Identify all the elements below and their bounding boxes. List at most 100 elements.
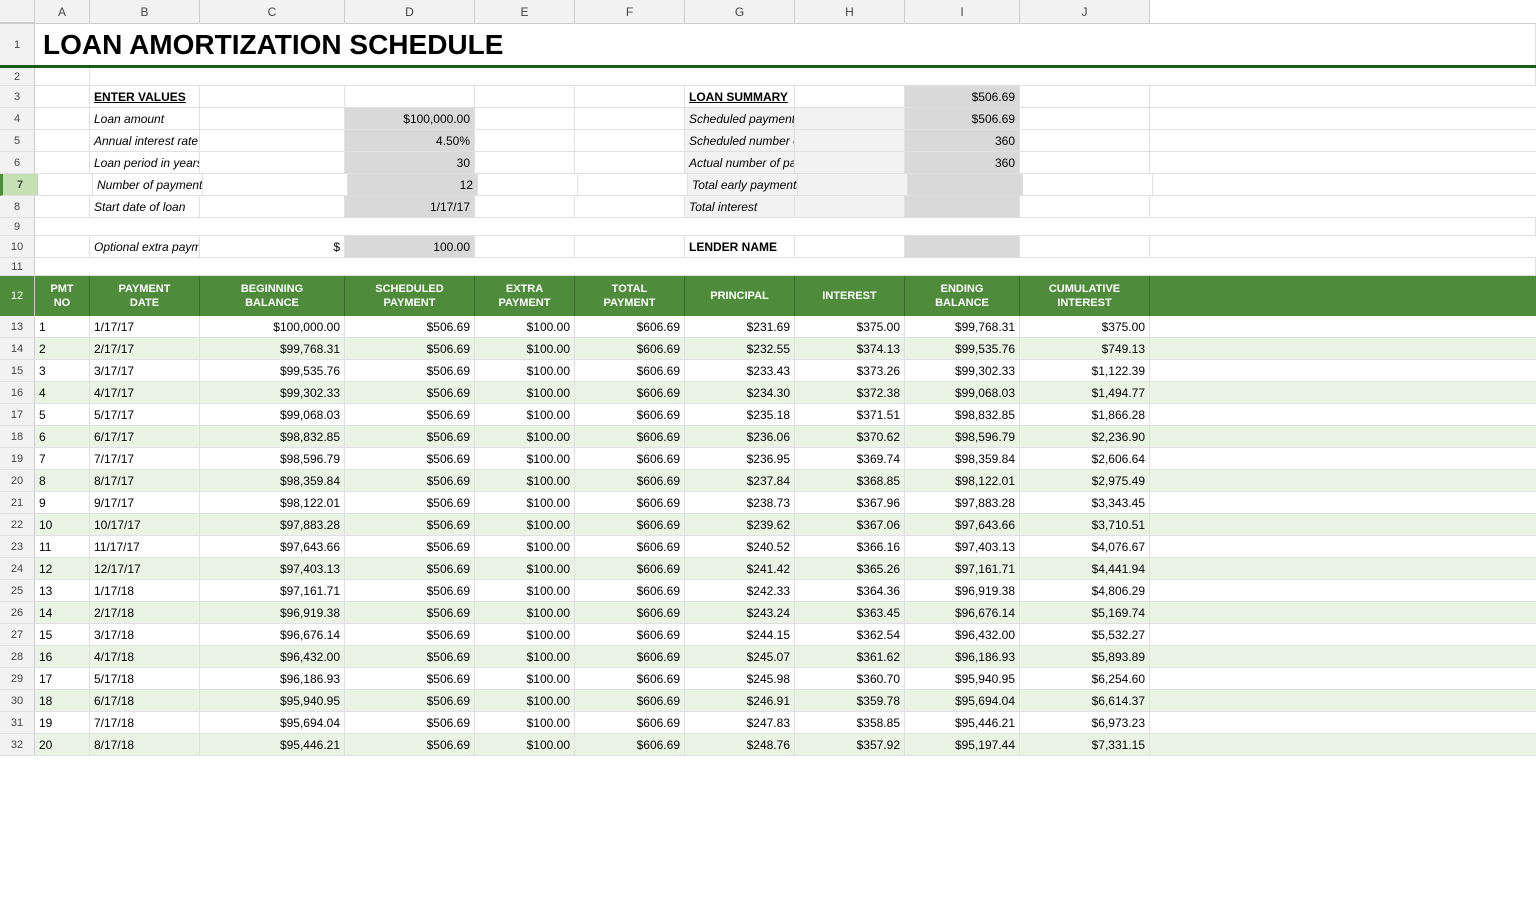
data-row-13: 13 1 1/17/17 $100,000.00 $506.69 $100.00… — [0, 316, 1536, 338]
cell-extra-29: $100.00 — [475, 668, 575, 689]
row-num-29: 29 — [0, 668, 35, 689]
scheduled-payment-val: $506.69 — [905, 108, 1020, 129]
cell-beg-23: $97,643.66 — [200, 536, 345, 557]
cell-ending-13: $99,768.31 — [905, 316, 1020, 337]
cell-principal-29: $245.98 — [685, 668, 795, 689]
cell-cum-15: $1,122.39 — [1020, 360, 1150, 381]
cell-cum-30: $6,614.37 — [1020, 690, 1150, 711]
data-row-29: 29 17 5/17/18 $96,186.93 $506.69 $100.00… — [0, 668, 1536, 690]
data-row-15: 15 3 3/17/17 $99,535.76 $506.69 $100.00 … — [0, 360, 1536, 382]
cell-principal-19: $236.95 — [685, 448, 795, 469]
cell-extra-27: $100.00 — [475, 624, 575, 645]
cell-date-29: 5/17/18 — [90, 668, 200, 689]
col-header-d: D — [345, 0, 475, 23]
loan-period-value[interactable]: 30 — [345, 152, 475, 173]
cell-beg-31: $95,694.04 — [200, 712, 345, 733]
cell-extra-14: $100.00 — [475, 338, 575, 359]
col-header-i: I — [905, 0, 1020, 23]
lender-name-value[interactable] — [905, 236, 1020, 257]
cell-sched-13: $506.69 — [345, 316, 475, 337]
cell-beg-18: $98,832.85 — [200, 426, 345, 447]
cell-date-30: 6/17/18 — [90, 690, 200, 711]
row-num-6: 6 — [0, 152, 35, 173]
cell-sched-28: $506.69 — [345, 646, 475, 667]
cell-principal-27: $244.15 — [685, 624, 795, 645]
cell-interest-21: $367.96 — [795, 492, 905, 513]
annual-rate-value[interactable]: 4.50% — [345, 130, 475, 151]
start-date-value[interactable]: 1/17/17 — [345, 196, 475, 217]
loan-period-label: Loan period in years — [90, 152, 200, 173]
cell-sched-22: $506.69 — [345, 514, 475, 535]
extra-payments-value[interactable]: 100.00 — [345, 236, 475, 257]
loan-amount-value[interactable]: $100,000.00 — [345, 108, 475, 129]
cell-date-23: 11/17/17 — [90, 536, 200, 557]
row-10: 10 Optional extra payments $ 100.00 LEND… — [0, 236, 1536, 258]
cell-pmt-no-26: 14 — [35, 602, 90, 623]
cell-beg-24: $97,403.13 — [200, 558, 345, 579]
cell-pmt-no-19: 7 — [35, 448, 90, 469]
cell-pmt-no-31: 19 — [35, 712, 90, 733]
cell-principal-23: $240.52 — [685, 536, 795, 557]
loan-summary-header: LOAN SUMMARY — [685, 86, 795, 107]
actual-payments-label: Actual number of payments — [685, 152, 795, 173]
annual-rate-label: Annual interest rate — [90, 130, 200, 151]
row-num-19: 19 — [0, 448, 35, 469]
cell-cum-31: $6,973.23 — [1020, 712, 1150, 733]
cell-date-26: 2/17/18 — [90, 602, 200, 623]
cell-total-16: $606.69 — [575, 382, 685, 403]
cell-pmt-no-13: 1 — [35, 316, 90, 337]
cell-ending-21: $97,883.28 — [905, 492, 1020, 513]
data-row-32: 32 20 8/17/18 $95,446.21 $506.69 $100.00… — [0, 734, 1536, 756]
cell-total-21: $606.69 — [575, 492, 685, 513]
cell-ending-18: $98,596.79 — [905, 426, 1020, 447]
data-row-21: 21 9 9/17/17 $98,122.01 $506.69 $100.00 … — [0, 492, 1536, 514]
extra-payments-prefix: $ — [200, 236, 345, 257]
total-early-value — [908, 174, 1023, 195]
cell-cum-22: $3,710.51 — [1020, 514, 1150, 535]
cell-pmt-no-22: 10 — [35, 514, 90, 535]
data-row-27: 27 15 3/17/18 $96,676.14 $506.69 $100.00… — [0, 624, 1536, 646]
row-num-22: 22 — [0, 514, 35, 535]
row-num-31: 31 — [0, 712, 35, 733]
cell-cum-16: $1,494.77 — [1020, 382, 1150, 403]
cell-interest-31: $358.85 — [795, 712, 905, 733]
cell-beg-17: $99,068.03 — [200, 404, 345, 425]
cell-interest-19: $369.74 — [795, 448, 905, 469]
cell-date-13: 1/17/17 — [90, 316, 200, 337]
cell-extra-31: $100.00 — [475, 712, 575, 733]
cell-principal-26: $243.24 — [685, 602, 795, 623]
cell-cum-24: $4,441.94 — [1020, 558, 1150, 579]
cell-ending-24: $97,161.71 — [905, 558, 1020, 579]
cell-sched-18: $506.69 — [345, 426, 475, 447]
cell-cum-17: $1,866.28 — [1020, 404, 1150, 425]
cell-ending-14: $99,535.76 — [905, 338, 1020, 359]
scheduled-payment-label: Scheduled payment — [685, 108, 795, 129]
cell-sched-30: $506.69 — [345, 690, 475, 711]
cell-pmt-no-28: 16 — [35, 646, 90, 667]
row-num-4: 4 — [0, 108, 35, 129]
cell-cum-23: $4,076.67 — [1020, 536, 1150, 557]
cell-sched-23: $506.69 — [345, 536, 475, 557]
cell-principal-18: $236.06 — [685, 426, 795, 447]
col-header-a: A — [35, 0, 90, 23]
ls-h4 — [795, 108, 905, 129]
cell-total-18: $606.69 — [575, 426, 685, 447]
row-num-7: 7 — [3, 174, 38, 195]
num-payments-value[interactable]: 12 — [348, 174, 478, 195]
table-header-row: 12 PMTNO PAYMENTDATE BEGINNINGBALANCE SC… — [0, 276, 1536, 316]
scheduled-payment-value: $506.69 — [905, 86, 1020, 107]
total-early-label: Total early payments — [688, 174, 798, 195]
cell-extra-17: $100.00 — [475, 404, 575, 425]
cell-extra-20: $100.00 — [475, 470, 575, 491]
cell-interest-23: $366.16 — [795, 536, 905, 557]
lender-name-label: LENDER NAME — [685, 236, 795, 257]
cell-total-31: $606.69 — [575, 712, 685, 733]
cell-principal-14: $232.55 — [685, 338, 795, 359]
cell-beg-26: $96,919.38 — [200, 602, 345, 623]
data-row-31: 31 19 7/17/18 $95,694.04 $506.69 $100.00… — [0, 712, 1536, 734]
cell-sched-14: $506.69 — [345, 338, 475, 359]
cell-sched-20: $506.69 — [345, 470, 475, 491]
cell-cum-20: $2,975.49 — [1020, 470, 1150, 491]
cell-pmt-no-25: 13 — [35, 580, 90, 601]
cell-total-22: $606.69 — [575, 514, 685, 535]
